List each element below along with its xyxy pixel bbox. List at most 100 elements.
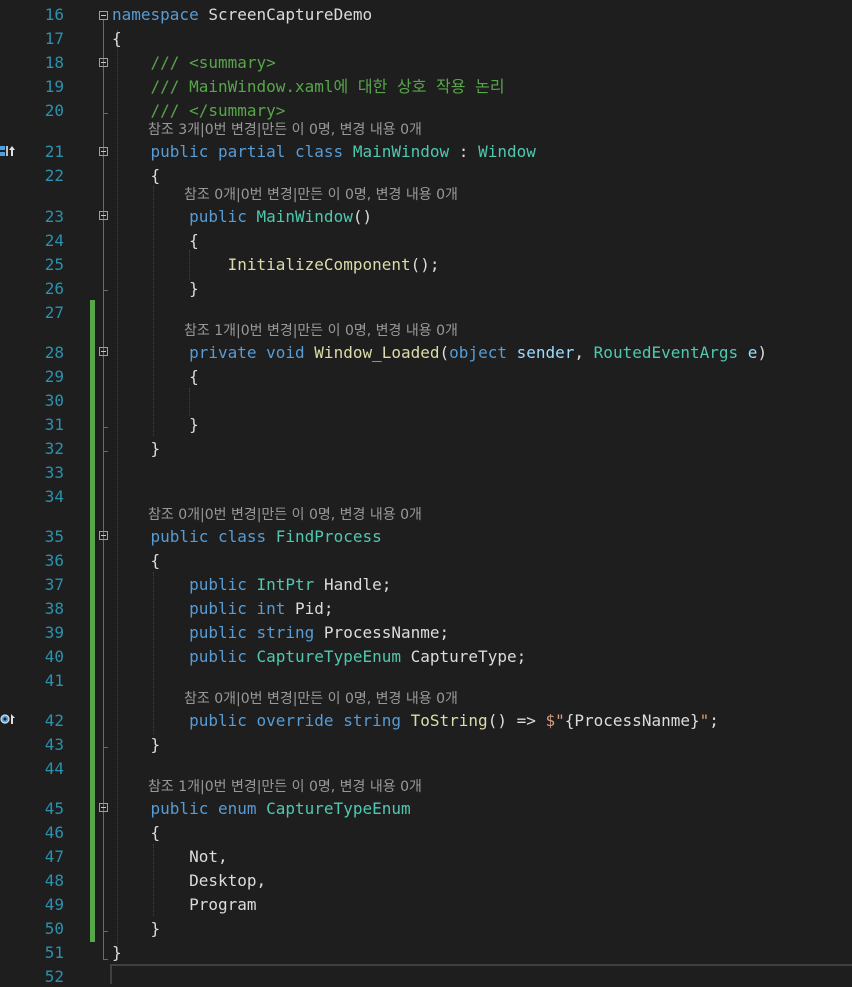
code-token: {ProcessNanme} <box>564 711 700 730</box>
code-line[interactable]: public string ProcessNanme; <box>112 623 449 643</box>
code-line[interactable]: InitializeComponent(); <box>112 255 440 275</box>
code-token: { <box>112 231 199 250</box>
code-token: { <box>112 367 199 386</box>
line-number: 27 <box>44 303 64 322</box>
fold-end-marker <box>103 290 108 291</box>
code-line[interactable]: } <box>112 735 161 755</box>
code-token: public <box>189 647 257 666</box>
code-line[interactable]: { <box>112 231 199 251</box>
code-line[interactable]: Program <box>112 895 256 915</box>
code-token: $" <box>545 711 565 730</box>
fold-toggle-icon[interactable] <box>99 58 108 67</box>
codelens-enum[interactable]: 참조 1개|0번 변경|만든 이 0명, 변경 내용 0개 <box>148 779 422 795</box>
code-token: Not, <box>112 847 228 866</box>
code-token: e <box>747 343 758 362</box>
line-number: 17 <box>44 29 64 48</box>
fold-toggle-icon[interactable] <box>99 347 108 356</box>
code-line[interactable]: /// <summary> <box>112 53 276 73</box>
code-token: } <box>112 919 161 938</box>
code-line[interactable]: public int Pid; <box>112 599 334 619</box>
codelens-window-loaded[interactable]: 참조 1개|0번 변경|만든 이 0명, 변경 내용 0개 <box>184 323 458 339</box>
code-token: public partial class <box>150 142 353 161</box>
code-line[interactable]: public class FindProcess <box>112 527 382 547</box>
code-token: IntPtr <box>256 575 324 594</box>
line-number: 24 <box>44 231 64 250</box>
line-number: 48 <box>44 871 64 890</box>
code-line[interactable]: { <box>112 367 199 387</box>
line-number: 29 <box>44 367 64 386</box>
code-token: namespace <box>112 5 199 24</box>
code-line[interactable]: public enum CaptureTypeEnum <box>112 799 411 819</box>
code-token: /// </summary> <box>112 101 286 120</box>
code-line[interactable]: namespace ScreenCaptureDemo <box>112 5 372 25</box>
code-line[interactable]: { <box>112 29 122 49</box>
code-token: : <box>449 142 479 161</box>
line-number: 52 <box>44 967 64 986</box>
line-number: 41 <box>44 671 64 690</box>
code-token: public <box>189 207 257 226</box>
code-line[interactable]: /// MainWindow.xaml에 대한 상호 작용 논리 <box>112 77 505 97</box>
code-line[interactable]: } <box>112 415 199 435</box>
code-line[interactable]: public CaptureTypeEnum CaptureType; <box>112 647 526 667</box>
code-token: ) <box>757 343 768 362</box>
fold-toggle-icon[interactable] <box>99 531 108 540</box>
fold-toggle-icon[interactable] <box>99 803 108 812</box>
codelens-class-findprocess[interactable]: 참조 0개|0번 변경|만든 이 0명, 변경 내용 0개 <box>148 507 422 523</box>
code-line[interactable]: Desktop, <box>112 871 266 891</box>
code-token: InitializeComponent <box>227 255 411 274</box>
code-token: Window_Loaded <box>314 343 440 362</box>
fold-toggle-icon[interactable] <box>99 147 108 156</box>
code-token: /// MainWindow.xaml에 대한 상호 작용 논리 <box>112 77 505 96</box>
code-token: } <box>112 943 122 962</box>
code-token: public class <box>150 527 276 546</box>
line-number: 39 <box>44 623 64 642</box>
code-line[interactable]: } <box>112 279 199 299</box>
code-line[interactable]: } <box>112 943 122 963</box>
line-number: 44 <box>44 759 64 778</box>
line-number: 30 <box>44 391 64 410</box>
line-number: 25 <box>44 255 64 274</box>
code-line[interactable]: public override string ToString() => $"{… <box>112 711 719 731</box>
code-token: MainWindow <box>352 142 450 161</box>
code-editor[interactable]: 참조 3개|0번 변경|만든 이 0명, 변경 내용 0개 참조 0개|0번 변… <box>0 0 852 986</box>
code-line[interactable]: { <box>112 551 161 571</box>
code-token: public enum <box>150 799 267 818</box>
fold-toggle-icon[interactable] <box>99 211 108 220</box>
line-number: 28 <box>44 343 64 362</box>
code-token: " <box>699 711 710 730</box>
code-token: { <box>112 823 161 842</box>
code-line[interactable]: Not, <box>112 847 228 867</box>
line-number: 36 <box>44 551 64 570</box>
code-token: , <box>574 343 594 362</box>
code-line[interactable]: private void Window_Loaded(object sender… <box>112 343 767 363</box>
code-line[interactable]: { <box>112 823 161 843</box>
code-line[interactable]: public partial class MainWindow : Window <box>112 142 536 162</box>
code-token: FindProcess <box>275 527 382 546</box>
code-token: CaptureType; <box>410 647 527 666</box>
codelens-class-mainwindow[interactable]: 참조 3개|0번 변경|만든 이 0명, 변경 내용 0개 <box>148 122 422 138</box>
code-token: public string <box>189 623 324 642</box>
fold-outline <box>103 20 104 960</box>
fold-end-marker <box>103 959 108 960</box>
code-line[interactable]: public MainWindow() <box>112 207 372 227</box>
code-token: (); <box>410 255 440 274</box>
code-line[interactable]: { <box>112 166 161 186</box>
code-line[interactable]: } <box>112 919 161 939</box>
code-line[interactable]: /// </summary> <box>112 101 286 121</box>
line-number: 18 <box>44 53 64 72</box>
fold-toggle-icon[interactable] <box>99 11 108 20</box>
code-token: } <box>112 439 161 458</box>
code-token: Desktop, <box>112 871 267 890</box>
code-line[interactable]: public IntPtr Handle; <box>112 575 391 595</box>
line-number: 40 <box>44 647 64 666</box>
codelens-tostring[interactable]: 참조 0개|0번 변경|만든 이 0명, 변경 내용 0개 <box>184 691 458 707</box>
code-line[interactable]: } <box>112 439 161 459</box>
code-token: /// <summary> <box>112 53 276 72</box>
code-token: ProcessNanme; <box>323 623 450 642</box>
codelens-constructor[interactable]: 참조 0개|0번 변경|만든 이 0명, 변경 내용 0개 <box>184 187 458 203</box>
